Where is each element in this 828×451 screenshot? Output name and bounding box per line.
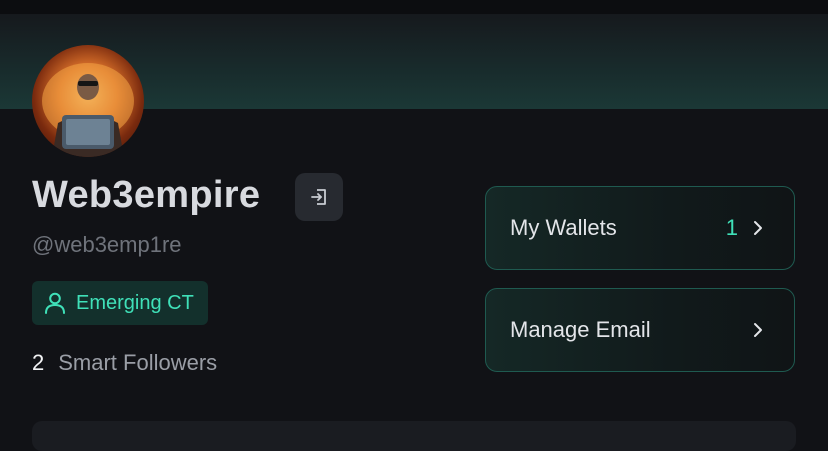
my-wallets-button[interactable]: My Wallets 1: [485, 186, 795, 270]
user-icon: [42, 290, 68, 316]
smart-followers-label: Smart Followers: [58, 350, 218, 375]
badge-label: Emerging CT: [76, 291, 194, 314]
smart-followers-count: 2: [32, 350, 45, 375]
avatar-image: [42, 63, 134, 157]
status-badge: Emerging CT: [32, 281, 208, 325]
avatar: [32, 45, 144, 157]
user-handle: @web3emp1re: [32, 232, 182, 257]
manage-email-label: Manage Email: [510, 317, 651, 342]
my-wallets-label: My Wallets: [510, 215, 617, 240]
bottom-panel: [32, 421, 796, 451]
chevron-right-icon: [750, 322, 766, 338]
top-bar: [0, 0, 828, 14]
display-name: Web3empire: [32, 174, 261, 216]
manage-email-button[interactable]: Manage Email: [485, 288, 795, 372]
logout-icon: [311, 189, 326, 205]
wallets-count: 1: [725, 215, 738, 240]
chevron-right-icon: [750, 220, 766, 236]
logout-button[interactable]: [295, 173, 343, 221]
smart-followers[interactable]: 2 Smart Followers: [32, 350, 217, 376]
